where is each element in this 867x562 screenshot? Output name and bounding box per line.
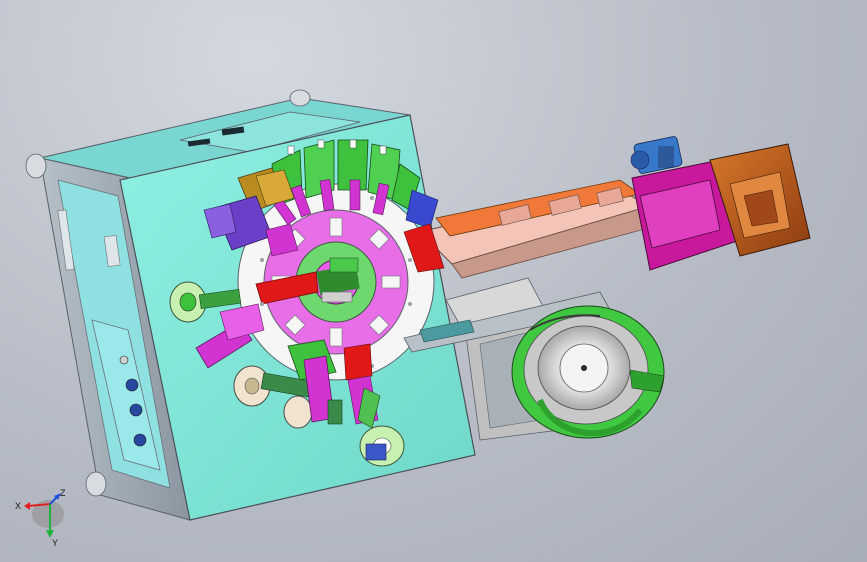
drive-motor[interactable] — [630, 136, 683, 174]
z-axis-label: Z — [60, 488, 66, 498]
y-axis-label: Y — [52, 538, 58, 548]
linear-conveyor[interactable] — [403, 179, 657, 279]
x-axis-label: X — [15, 501, 21, 511]
cad-viewport[interactable]: X Y Z — [0, 0, 867, 562]
rotary-table[interactable] — [237, 183, 435, 381]
assembly-model[interactable] — [0, 0, 867, 562]
vibratory-bowl[interactable] — [511, 305, 665, 439]
coordinate-triad: X Y Z — [15, 488, 66, 548]
